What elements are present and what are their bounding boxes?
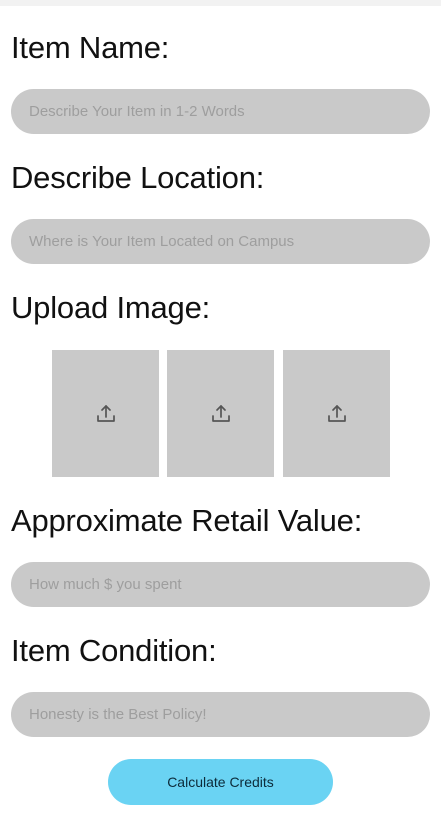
item-name-label: Item Name:	[11, 30, 170, 65]
condition-label: Item Condition:	[11, 633, 217, 668]
location-input[interactable]	[29, 233, 412, 250]
upload-tile-3[interactable]	[283, 350, 390, 477]
condition-input[interactable]	[29, 706, 412, 723]
retail-value-input[interactable]	[29, 576, 412, 593]
retail-value-label: Approximate Retail Value:	[11, 503, 363, 538]
upload-tile-2[interactable]	[167, 350, 274, 477]
upload-icon	[211, 404, 230, 422]
item-name-input[interactable]	[29, 103, 412, 120]
upload-image-label: Upload Image:	[11, 290, 211, 325]
upload-tile-1[interactable]	[52, 350, 159, 477]
upload-icon	[96, 404, 115, 422]
upload-icon	[327, 404, 346, 422]
top-divider	[0, 0, 441, 6]
retail-value-field-container[interactable]	[11, 562, 430, 607]
upload-image-row	[52, 350, 390, 477]
condition-field-container[interactable]	[11, 692, 430, 737]
item-name-field-container[interactable]	[11, 89, 430, 134]
calculate-credits-button[interactable]: Calculate Credits	[108, 759, 333, 805]
location-field-container[interactable]	[11, 219, 430, 264]
location-label: Describe Location:	[11, 160, 265, 195]
